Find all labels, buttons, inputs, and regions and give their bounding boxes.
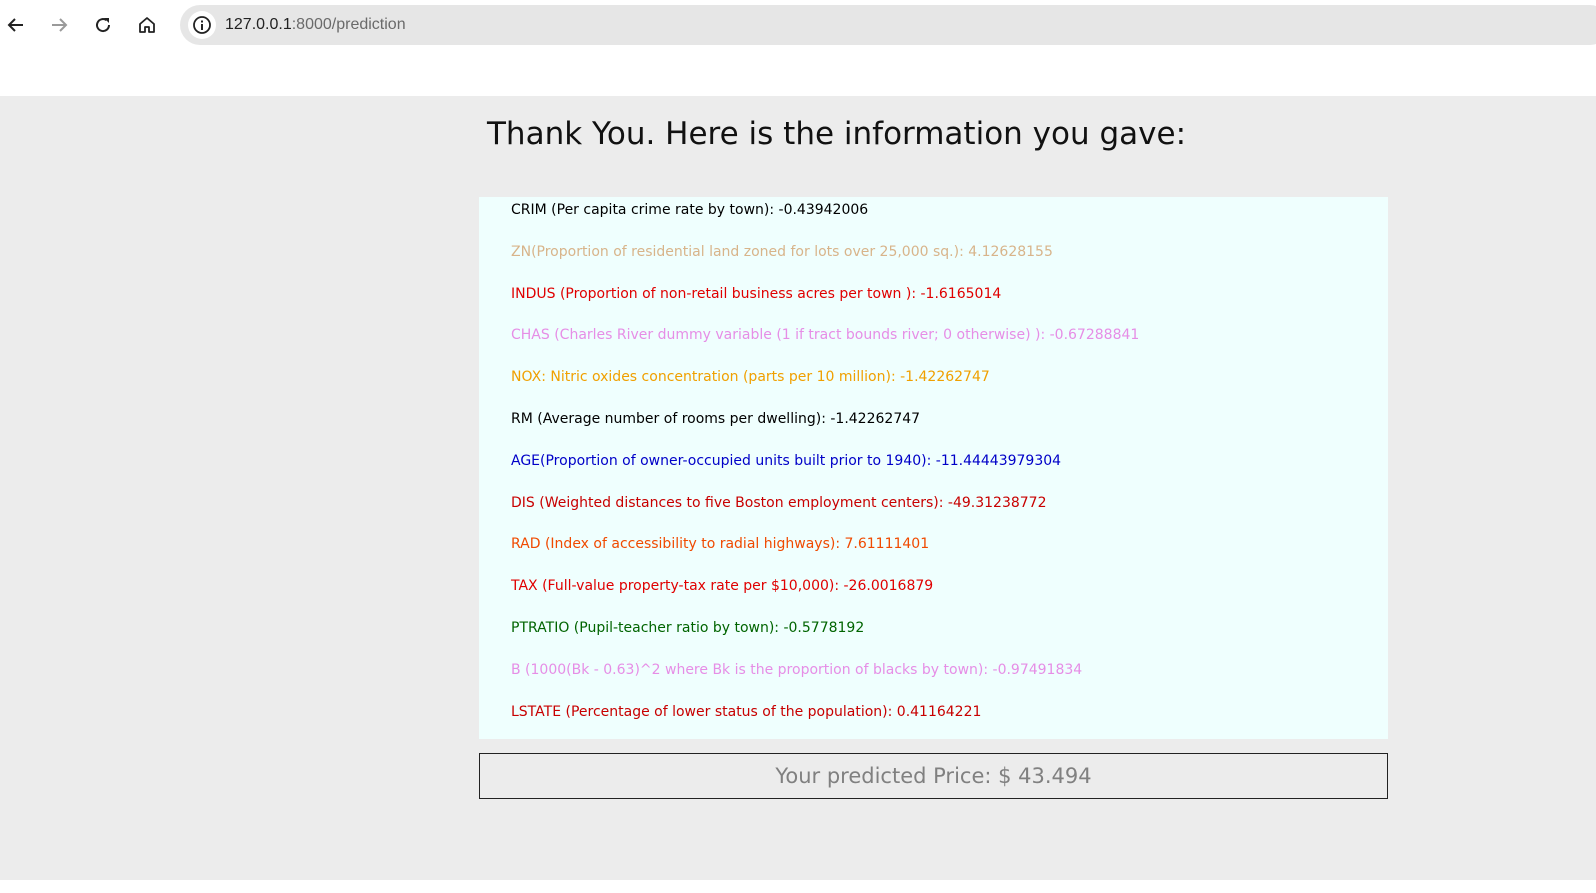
bottom-strip <box>0 880 1596 893</box>
browser-toolbar: 127.0.0.1:8000/prediction <box>0 0 1596 50</box>
info-row: AGE(Proportion of owner-occupied units b… <box>511 452 1062 469</box>
reload-button[interactable] <box>88 10 118 40</box>
url-path: :8000/prediction <box>291 16 406 33</box>
info-row: B (1000(Bk - 0.63)^2 where Bk is the pro… <box>511 661 1083 678</box>
info-row: LSTATE (Percentage of lower status of th… <box>511 703 982 720</box>
url-text[interactable]: 127.0.0.1:8000/prediction <box>225 16 406 34</box>
predicted-price-text: Your predicted Price: $ 43.494 <box>775 764 1092 788</box>
page-heading: Thank You. Here is the information you g… <box>487 116 1187 152</box>
address-bar[interactable]: 127.0.0.1:8000/prediction <box>180 5 1596 45</box>
home-icon <box>139 17 155 33</box>
forward-arrow-icon <box>52 18 68 32</box>
info-row: ZN(Proportion of residential land zoned … <box>511 243 1053 260</box>
url-host: 127.0.0.1 <box>225 16 292 33</box>
info-panel: CRIM (Per capita crime rate by town): -0… <box>479 197 1388 739</box>
info-row: CHAS (Charles River dummy variable (1 if… <box>511 327 1140 344</box>
reload-icon <box>96 18 111 33</box>
info-row: NOX: Nitric oxides concentration (parts … <box>511 369 990 386</box>
info-row: RM (Average number of rooms per dwelling… <box>511 411 921 427</box>
site-info-icon[interactable] <box>188 11 216 39</box>
info-row: DIS (Weighted distances to five Boston e… <box>511 494 1047 511</box>
back-button[interactable] <box>1 10 31 40</box>
info-row: CRIM (Per capita crime rate by town): -0… <box>511 202 869 218</box>
home-button[interactable] <box>132 10 162 40</box>
predicted-price-box: Your predicted Price: $ 43.494 <box>479 753 1388 799</box>
info-row: TAX (Full-value property-tax rate per $1… <box>511 578 934 595</box>
info-row: INDUS (Proportion of non-retail business… <box>511 285 1002 302</box>
info-row: RAD (Index of accessibility to radial hi… <box>511 536 930 553</box>
back-arrow-icon <box>7 18 23 32</box>
info-row: PTRATIO (Pupil-teacher ratio by town): -… <box>511 620 865 636</box>
forward-button[interactable] <box>44 10 74 40</box>
